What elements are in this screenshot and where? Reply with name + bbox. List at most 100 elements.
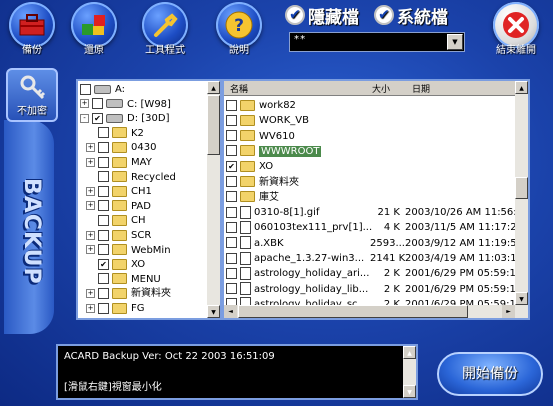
tools-button[interactable]: 工具程式 xyxy=(133,2,197,60)
scroll-up-icon[interactable]: ▲ xyxy=(403,346,416,359)
tree-scrollbar[interactable]: ▲ ▼ xyxy=(207,81,220,318)
restore-button[interactable]: 還原 xyxy=(62,2,126,60)
tree-item[interactable]: + 新資料夾 xyxy=(86,286,171,301)
drive-filter-select[interactable]: * * ▼ xyxy=(289,32,465,52)
scroll-up-icon[interactable]: ▲ xyxy=(207,81,220,94)
tree-item[interactable]: A: xyxy=(80,82,125,97)
file-checkbox[interactable] xyxy=(226,237,237,249)
file-checkbox[interactable] xyxy=(226,283,237,295)
tree-checkbox[interactable] xyxy=(98,156,109,168)
tree-item[interactable]: + PAD xyxy=(86,199,151,214)
tree-checkbox[interactable] xyxy=(98,302,109,314)
list-scrollbar[interactable]: ▲ ▼ xyxy=(515,81,528,318)
column-size[interactable]: 大小 xyxy=(372,82,390,95)
file-row[interactable]: astrology_holiday_ari... 2 K 2001/6/29 PM … xyxy=(224,266,515,281)
expand-icon[interactable]: + xyxy=(86,142,95,152)
expand-icon[interactable]: + xyxy=(86,288,95,298)
tree-checkbox[interactable] xyxy=(92,98,103,110)
file-checkbox[interactable] xyxy=(226,191,237,203)
scroll-down-icon[interactable]: ▼ xyxy=(403,385,416,398)
tree-checkbox[interactable] xyxy=(98,214,109,226)
expand-icon[interactable]: + xyxy=(86,245,95,255)
tree-checkbox[interactable] xyxy=(98,273,109,285)
file-checkbox[interactable] xyxy=(226,130,237,142)
file-list[interactable]: 名稱 大小 日期 work82 WORK_VB WV610 WWWROOT ✔ XO 新資料… xyxy=(222,79,530,320)
tree-item[interactable]: + C: [W98] xyxy=(80,97,171,112)
scroll-thumb[interactable] xyxy=(238,305,468,318)
file-row[interactable]: 060103tex111_prv[1]... 4 K 2003/11/5 AM 11… xyxy=(224,220,515,235)
file-row[interactable]: 新資料夾 xyxy=(224,175,515,190)
expand-icon[interactable]: + xyxy=(86,303,95,313)
tree-item[interactable]: MENU xyxy=(86,272,161,287)
expand-icon[interactable]: + xyxy=(86,230,95,240)
column-name[interactable]: 名稱 xyxy=(230,82,248,95)
tree-checkbox[interactable] xyxy=(98,244,109,256)
tree-checkbox[interactable] xyxy=(98,200,109,212)
tree-item[interactable]: CH xyxy=(86,213,146,228)
file-row[interactable]: WWWROOT xyxy=(224,144,515,159)
file-row[interactable]: work82 xyxy=(224,98,515,113)
tree-checkbox[interactable] xyxy=(98,229,109,241)
tree-checkbox[interactable] xyxy=(98,127,109,139)
file-row[interactable]: WV610 xyxy=(224,129,515,144)
column-date[interactable]: 日期 xyxy=(412,82,430,95)
tree-item[interactable]: + MAY xyxy=(86,155,152,170)
file-row[interactable]: a.XBK 2593... 2003/9/12 AM 11:19:54 xyxy=(224,236,515,251)
file-checkbox[interactable] xyxy=(226,99,237,111)
scroll-thumb[interactable] xyxy=(207,95,220,155)
hidden-files-checkbox[interactable]: ✔ 隱藏檔 xyxy=(285,3,359,28)
tree-checkbox[interactable] xyxy=(98,185,109,197)
tree-item[interactable]: ✔ XO xyxy=(86,257,145,272)
file-row[interactable]: astrology_holiday_lib... 2 K 2001/6/29 PM … xyxy=(224,282,515,297)
tree-item[interactable]: - ✔ D: [30D] xyxy=(80,111,169,126)
file-checkbox[interactable] xyxy=(226,114,237,126)
expand-icon[interactable]: + xyxy=(86,201,95,211)
file-checkbox[interactable] xyxy=(226,221,237,233)
encryption-button[interactable]: 不加密 xyxy=(6,68,58,122)
tree-item[interactable]: + FG xyxy=(86,301,145,316)
tree-item[interactable]: + WebMin xyxy=(86,243,171,258)
exit-button[interactable]: 結束離開 xyxy=(484,2,548,60)
chevron-down-icon[interactable]: ▼ xyxy=(447,34,463,50)
file-row[interactable]: apache_1.3.27-win3... 2141 K 2003/4/19 AM … xyxy=(224,251,515,266)
scroll-down-icon[interactable]: ▼ xyxy=(207,305,220,318)
file-checkbox[interactable] xyxy=(226,206,237,218)
tree-item[interactable]: + SCR xyxy=(86,228,151,243)
toolbox-icon xyxy=(9,2,55,48)
file-checkbox[interactable] xyxy=(226,252,237,264)
system-files-checkbox[interactable]: ✔ 系統檔 xyxy=(374,3,448,28)
backup-button[interactable]: 備份 xyxy=(0,2,64,60)
help-button[interactable]: ? 說明 xyxy=(207,2,271,60)
tree-item[interactable]: +0430 xyxy=(86,140,156,155)
tree-item[interactable]: Recycled xyxy=(86,170,176,185)
tree-checkbox[interactable] xyxy=(98,287,109,299)
list-hscrollbar[interactable]: ◄ ► xyxy=(224,305,515,318)
collapse-icon[interactable]: - xyxy=(80,113,89,123)
file-row[interactable]: WORK_VB xyxy=(224,113,515,128)
start-backup-button[interactable]: 開始備份 xyxy=(437,352,543,396)
scroll-right-icon[interactable]: ► xyxy=(502,305,515,318)
tree-item[interactable]: K2 xyxy=(86,126,144,141)
file-row[interactable]: 庫艾 xyxy=(224,190,515,205)
tree-checkbox[interactable] xyxy=(98,141,109,153)
expand-icon[interactable]: + xyxy=(86,186,95,196)
expand-icon[interactable]: + xyxy=(86,157,95,167)
expand-icon[interactable]: + xyxy=(80,99,89,109)
file-checkbox[interactable] xyxy=(226,267,237,279)
file-checkbox[interactable] xyxy=(226,176,237,187)
tree-item[interactable]: + CH1 xyxy=(86,184,152,199)
folder-tree[interactable]: A: + C: [W98] - ✔ D: [30D] K2 +0430 + MAY Recycled… xyxy=(76,79,222,320)
file-row[interactable]: 0310-8[1].gif 21 K 2003/10/26 AM 11:56:4 xyxy=(224,205,515,220)
scroll-left-icon[interactable]: ◄ xyxy=(224,305,237,318)
file-checkbox[interactable] xyxy=(226,145,237,157)
tree-checkbox[interactable]: ✔ xyxy=(98,258,109,270)
scroll-thumb[interactable] xyxy=(515,177,528,199)
scroll-down-icon[interactable]: ▼ xyxy=(515,292,528,305)
scroll-up-icon[interactable]: ▲ xyxy=(515,81,528,94)
tree-checkbox[interactable] xyxy=(98,171,109,183)
file-row[interactable]: ✔ XO xyxy=(224,159,515,174)
tree-checkbox[interactable]: ✔ xyxy=(92,112,103,124)
file-checkbox[interactable]: ✔ xyxy=(226,160,237,172)
log-scrollbar[interactable]: ▲ ▼ xyxy=(403,346,416,398)
tree-checkbox[interactable] xyxy=(80,83,91,95)
